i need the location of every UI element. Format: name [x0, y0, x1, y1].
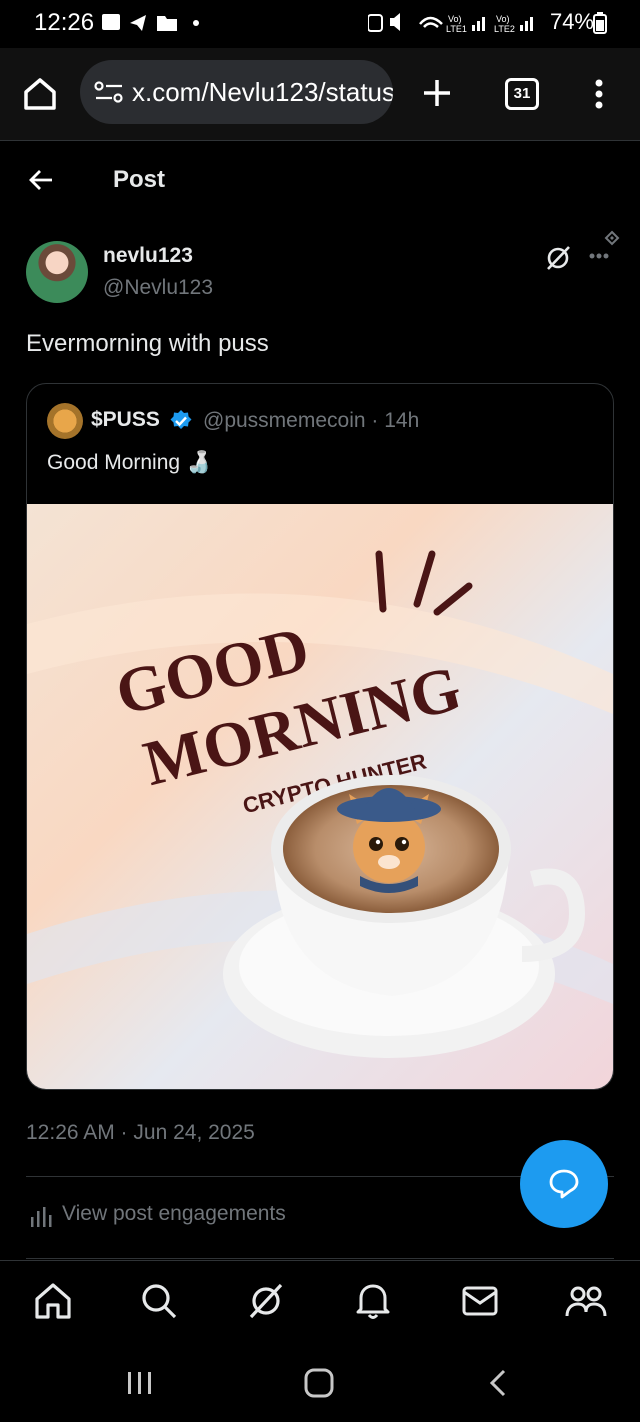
signal-icons: Vo) LTE1 Vo) LTE2	[368, 13, 533, 34]
home-icon[interactable]	[31, 1279, 75, 1323]
more-icon[interactable]	[586, 228, 626, 262]
url-bar[interactable]: x.com/Nevlu123/status/	[80, 60, 393, 124]
mail-icon[interactable]	[458, 1279, 502, 1323]
svg-text:Vo): Vo)	[496, 14, 510, 24]
recents-icon[interactable]	[126, 1370, 154, 1396]
status-bar: 12:26 Vo) LTE1 Vo) LTE2 74%	[0, 0, 640, 48]
new-tab-icon[interactable]	[422, 78, 452, 108]
quoted-display-name[interactable]: $PUSS	[91, 408, 160, 432]
view-engagements-link[interactable]: View post engagements	[62, 1202, 286, 1226]
avatar[interactable]	[26, 241, 88, 303]
bell-icon[interactable]	[351, 1279, 395, 1323]
author-handle[interactable]: @Nevlu123	[103, 276, 213, 300]
battery-percent: 74%	[549, 9, 594, 34]
browser-home-icon[interactable]	[22, 76, 58, 112]
browser-menu-icon[interactable]	[592, 78, 606, 110]
author-display-name[interactable]: nevlu123	[103, 244, 193, 268]
communities-icon[interactable]	[564, 1279, 608, 1323]
page-title: Post	[113, 166, 166, 193]
tab-switcher-button[interactable]: 31	[505, 78, 539, 110]
system-home-icon[interactable]	[303, 1368, 335, 1398]
quoted-post[interactable]: $PUSS @pussmemecoin · 14h Good Morning 🍶…	[26, 383, 614, 1090]
quoted-handle-time: @pussmemecoin · 14h	[203, 409, 420, 432]
post-timestamp: 12:26 AM · Jun 24, 2025	[26, 1121, 255, 1144]
browser-toolbar: x.com/Nevlu123/status/ 31	[0, 48, 640, 141]
divider	[26, 1258, 614, 1259]
quoted-media-image[interactable]: GOOD MORNING CRYPTO HUNTER	[27, 504, 613, 1089]
search-icon[interactable]	[137, 1279, 181, 1323]
svg-text:LTE2: LTE2	[494, 24, 515, 34]
verified-badge-icon	[170, 410, 192, 429]
svg-text:Vo): Vo)	[448, 14, 462, 24]
quoted-avatar[interactable]	[47, 403, 83, 439]
reply-icon	[549, 1169, 579, 1199]
back-arrow-icon[interactable]	[28, 168, 54, 192]
status-time: 12:26	[34, 9, 95, 36]
system-back-icon[interactable]	[486, 1368, 510, 1398]
system-nav-bar	[0, 1342, 640, 1422]
analytics-icon[interactable]	[30, 1205, 54, 1229]
post-text: Evermorning with puss	[26, 330, 269, 357]
site-settings-icon[interactable]	[94, 80, 124, 104]
reply-fab-button[interactable]	[520, 1140, 608, 1228]
bottom-nav	[0, 1260, 640, 1343]
notification-icons	[102, 14, 199, 31]
url-text: x.com/Nevlu123/status/	[132, 77, 393, 107]
svg-text:LTE1: LTE1	[446, 24, 467, 34]
grok-icon[interactable]	[543, 243, 573, 273]
quoted-text: Good Morning 🍶	[47, 451, 213, 474]
grok-nav-icon[interactable]	[244, 1279, 288, 1323]
battery-icon	[593, 12, 607, 34]
